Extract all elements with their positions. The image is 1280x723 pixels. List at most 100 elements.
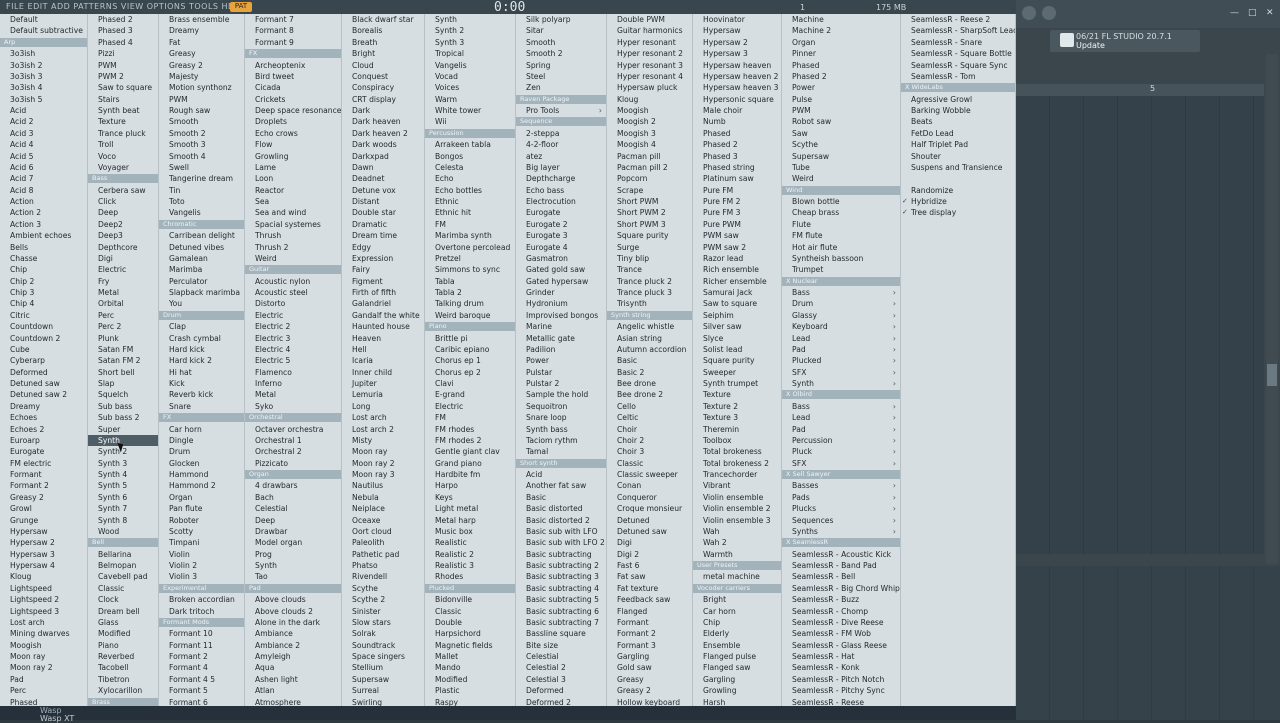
menu-item[interactable]: SeamlessR - Square Sync bbox=[901, 60, 1015, 71]
menu-item[interactable]: Flanged saw bbox=[693, 662, 781, 673]
menu-item[interactable]: Growling bbox=[245, 151, 341, 162]
menu-item[interactable]: Eurogate 4 bbox=[516, 242, 606, 253]
menu-item[interactable]: Loon bbox=[245, 173, 341, 184]
menu-item[interactable]: Swirling bbox=[342, 697, 424, 707]
menu-item[interactable]: SeamlessR - Bell bbox=[782, 571, 900, 582]
menu-item[interactable]: Perc bbox=[88, 310, 158, 321]
menu-item[interactable]: Synth bbox=[245, 560, 341, 571]
menu-item[interactable]: Slow stars bbox=[342, 617, 424, 628]
menu-item[interactable]: Marimba synth bbox=[425, 230, 515, 241]
menu-item[interactable]: Ethnic bbox=[425, 196, 515, 207]
menu-item[interactable]: Fat bbox=[159, 37, 244, 48]
menu-item[interactable]: Distant bbox=[342, 196, 424, 207]
menu-item[interactable]: FM bbox=[425, 412, 515, 423]
menu-item[interactable]: Icaria bbox=[342, 355, 424, 366]
menu-item[interactable]: Black dwarf star bbox=[342, 14, 424, 25]
menu-item[interactable]: Echoes 2 bbox=[0, 424, 87, 435]
menu-item[interactable]: Bite size bbox=[516, 640, 606, 651]
menu-item[interactable]: Dark heaven 2 bbox=[342, 128, 424, 139]
menu-item[interactable]: Default bbox=[0, 14, 87, 25]
menu-item[interactable]: Hypersaw 3 bbox=[0, 549, 87, 560]
menu-item[interactable]: Basic bbox=[607, 355, 692, 366]
lower-grid[interactable] bbox=[1016, 566, 1280, 720]
menu-item[interactable]: Firth of fifth bbox=[342, 287, 424, 298]
news-panel[interactable]: 06/21 FL STUDIO 20.7.1 Update bbox=[1050, 30, 1200, 52]
menu-item[interactable]: Ashen light bbox=[245, 674, 341, 685]
menu-item[interactable]: Weird bbox=[245, 253, 341, 264]
menu-item[interactable]: Bach bbox=[245, 492, 341, 503]
menu-item[interactable] bbox=[901, 173, 1015, 184]
menu-item[interactable]: Phased 2 bbox=[782, 71, 900, 82]
menu-item[interactable]: Crickets bbox=[245, 94, 341, 105]
submenu-item[interactable]: Lead › bbox=[782, 412, 900, 423]
menu-item[interactable]: Seiphim bbox=[693, 310, 781, 321]
menu-item[interactable]: Trance pluck 2 bbox=[607, 276, 692, 287]
menu-item[interactable]: Smooth 2 bbox=[159, 128, 244, 139]
menu-item[interactable]: 2-steppa bbox=[516, 128, 606, 139]
menu-item[interactable]: Toto bbox=[159, 196, 244, 207]
menu-item[interactable]: Choir 2 bbox=[607, 435, 692, 446]
menu-item[interactable]: Drawbar bbox=[245, 526, 341, 537]
menu-item[interactable]: Machine bbox=[782, 14, 900, 25]
menu-item[interactable]: Sub bass 2 bbox=[88, 412, 158, 423]
menu-item[interactable]: Electric 3 bbox=[245, 333, 341, 344]
menu-item[interactable]: Moogish bbox=[0, 640, 87, 651]
menu-item[interactable]: Depthcore bbox=[88, 242, 158, 253]
menu-item[interactable]: Detuned saw bbox=[0, 378, 87, 389]
menu-item[interactable]: Greasy 2 bbox=[0, 492, 87, 503]
menu-item[interactable]: Pretzel bbox=[425, 253, 515, 264]
menu-item[interactable]: Acoustic nylon bbox=[245, 276, 341, 287]
menu-item[interactable]: Formant 7 bbox=[245, 14, 341, 25]
menu-item[interactable]: Solrak bbox=[342, 628, 424, 639]
menu-item[interactable]: Double star bbox=[342, 207, 424, 218]
menu-item[interactable]: PWM bbox=[88, 60, 158, 71]
timeline-ruler[interactable]: 5 bbox=[1016, 84, 1264, 96]
menu-item[interactable]: Model organ bbox=[245, 537, 341, 548]
submenu-item[interactable]: Synth › bbox=[782, 378, 900, 389]
menu-item[interactable]: Mallet bbox=[425, 651, 515, 662]
menu-item[interactable]: Clap bbox=[159, 321, 244, 332]
menu-item[interactable]: Sea and wind bbox=[245, 207, 341, 218]
menu-item[interactable]: Overtone percolead bbox=[425, 242, 515, 253]
menu-item[interactable]: Weird baroque bbox=[425, 310, 515, 321]
menu-item[interactable]: Syko bbox=[245, 401, 341, 412]
menu-item[interactable]: Greasy bbox=[607, 674, 692, 685]
menu-item[interactable]: Basic subtracting 3 bbox=[516, 571, 606, 582]
tool-icon[interactable] bbox=[1022, 6, 1036, 20]
menu-item[interactable]: Pad bbox=[0, 674, 87, 685]
menu-item[interactable]: Basic subtracting 7 bbox=[516, 617, 606, 628]
menu-item[interactable]: Acid 4 bbox=[0, 139, 87, 150]
menu-item[interactable]: Tangerine dream bbox=[159, 173, 244, 184]
menu-item[interactable]: Autumn accordion bbox=[607, 344, 692, 355]
menu-item[interactable]: Agressive Growl bbox=[901, 94, 1015, 105]
menu-item[interactable]: Lame bbox=[245, 162, 341, 173]
menu-item[interactable]: Electric 5 bbox=[245, 355, 341, 366]
menu-item[interactable]: Chip bbox=[693, 617, 781, 628]
menu-item[interactable]: Hypersaw 3 bbox=[693, 48, 781, 59]
menu-item[interactable]: Celestial bbox=[245, 503, 341, 514]
menu-option-checked[interactable]: Hybridize bbox=[901, 196, 1015, 207]
menu-item[interactable]: Snare bbox=[159, 401, 244, 412]
menu-item[interactable]: Square purity bbox=[607, 230, 692, 241]
menu-item[interactable]: Atmosphere bbox=[245, 697, 341, 707]
menu-item[interactable]: Sinister bbox=[342, 606, 424, 617]
menu-item[interactable]: Rough saw bbox=[159, 105, 244, 116]
menu-item[interactable]: Taciom rythm bbox=[516, 435, 606, 446]
menu-item[interactable]: Acid 7 bbox=[0, 173, 87, 184]
menu-item[interactable]: Xylocarillon bbox=[88, 685, 158, 696]
menu-item[interactable]: Space singers bbox=[342, 651, 424, 662]
menu-item[interactable]: Ambient echoes bbox=[0, 230, 87, 241]
menu-item[interactable]: Metal bbox=[88, 287, 158, 298]
submenu-item[interactable]: Pluck › bbox=[782, 446, 900, 457]
menu-item[interactable]: Reverbed bbox=[88, 651, 158, 662]
menu-item[interactable]: Acid 6 bbox=[0, 162, 87, 173]
menu-item[interactable]: Phased bbox=[693, 128, 781, 139]
menu-item[interactable]: Bright bbox=[693, 594, 781, 605]
menu-item[interactable]: Razor lead bbox=[693, 253, 781, 264]
menu-item[interactable]: Glass bbox=[88, 617, 158, 628]
menu-item[interactable]: Big layer bbox=[516, 162, 606, 173]
menu-item[interactable]: Silver saw bbox=[693, 321, 781, 332]
menu-item[interactable]: Lost arch 2 bbox=[342, 424, 424, 435]
menu-item[interactable]: Formant bbox=[607, 617, 692, 628]
menu-item[interactable]: 3o3ish 5 bbox=[0, 94, 87, 105]
